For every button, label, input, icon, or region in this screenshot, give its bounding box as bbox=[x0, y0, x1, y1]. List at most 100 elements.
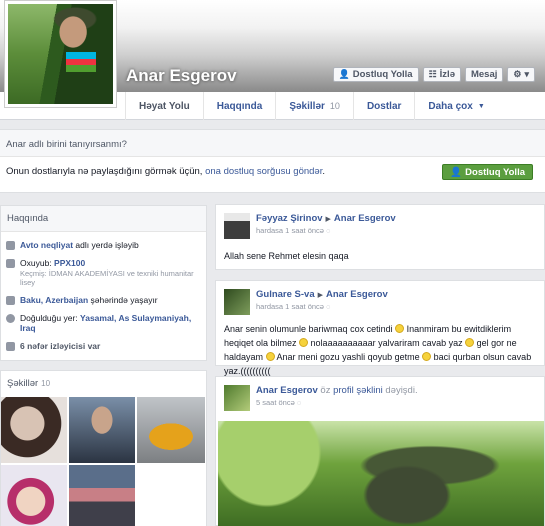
profile-photo-image bbox=[8, 4, 113, 104]
current-city-link[interactable]: Baku, Azerbaijan bbox=[20, 295, 88, 305]
photo-thumbnail[interactable] bbox=[1, 465, 67, 526]
chevron-down-icon: ▾ bbox=[524, 69, 529, 79]
profile-picture-link[interactable]: profil şəklini bbox=[333, 385, 383, 396]
add-friend-icon: 👤 bbox=[338, 69, 350, 79]
post-photo[interactable] bbox=[218, 421, 544, 526]
post-body: Allah sene Rehmet elesin qaqa bbox=[224, 251, 349, 261]
post-author-link[interactable]: Gulnare S-va bbox=[256, 289, 315, 300]
about-item-followers: 6 nəfər izləyicisi var bbox=[1, 341, 206, 351]
avatar[interactable] bbox=[224, 213, 250, 239]
work-place-link[interactable]: Avto neqliyat bbox=[20, 240, 73, 250]
photos-title-label: Şəkillər bbox=[7, 378, 39, 389]
home-icon bbox=[6, 296, 15, 305]
birthplace-prefix: Doğulduğu yer: bbox=[20, 313, 81, 323]
post-header: Anar Esgerov öz profil şəklini dəyişdi. bbox=[256, 385, 418, 396]
know-question: Anar adlı birini tanıyırsanmı? bbox=[0, 130, 545, 157]
post-verb: öz bbox=[317, 385, 334, 396]
profile-picture[interactable] bbox=[4, 0, 117, 108]
about-item-birthplace: Doğulduğu yer: Yasamal, As Sulaymaniyah,… bbox=[1, 313, 206, 333]
sad-emoticon-icon bbox=[265, 352, 275, 361]
post-author-link[interactable]: Fəyyaz Şirinov bbox=[256, 213, 323, 224]
add-friend-icon: 👤 bbox=[450, 166, 463, 178]
arrow-right-icon: ▶ bbox=[325, 216, 331, 223]
sad-emoticon-icon bbox=[422, 352, 432, 361]
azerbaijan-flag-icon bbox=[66, 52, 96, 72]
post-target-link[interactable]: Anar Esgerov bbox=[326, 289, 388, 300]
message-button[interactable]: Mesaj bbox=[464, 67, 504, 82]
about-item-home: Baku, Azerbaijan şəhərində yaşayır bbox=[1, 295, 206, 305]
tab-friends-label: Dostlar bbox=[366, 100, 402, 112]
know-text-before: Onun dostlarıyla nə paylaşdığını görmək … bbox=[6, 166, 206, 177]
send-friend-request-link[interactable]: ona dostluq sorğusu göndər bbox=[205, 166, 322, 177]
post-text: Anar meni gozu yashli qoyub getme bbox=[274, 352, 423, 362]
globe-icon: ◌ bbox=[326, 304, 331, 311]
profile-name[interactable]: Anar Esgerov bbox=[126, 66, 237, 86]
work-text: adlı yerdə işləyib bbox=[73, 240, 139, 250]
rss-icon: ☷ bbox=[428, 69, 437, 79]
pin-icon bbox=[6, 314, 15, 323]
photo-thumbnail[interactable] bbox=[137, 397, 205, 463]
photos-title[interactable]: Şəkillər 10 bbox=[1, 371, 206, 396]
arrow-right-icon: ▶ bbox=[317, 292, 323, 299]
globe-icon: ◌ bbox=[296, 400, 302, 407]
about-title[interactable]: Haqqında bbox=[1, 206, 206, 232]
post-timestamp[interactable]: 5 saat öncə ◌ bbox=[256, 398, 301, 407]
chevron-down-icon: ▼ bbox=[477, 102, 485, 110]
settings-button[interactable]: ⚙ ▾ bbox=[507, 67, 535, 82]
photo-thumbnail[interactable] bbox=[69, 397, 135, 463]
sad-emoticon-icon bbox=[395, 324, 405, 333]
post-verb: dəyişdi. bbox=[382, 385, 418, 396]
follow-label: İzlə bbox=[439, 69, 455, 80]
post-text: nolaaaaaaaaaar yalvariram cavab yaz bbox=[308, 338, 466, 348]
about-item-work: Avto neqliyat adlı yerdə işləyib bbox=[1, 240, 206, 250]
photo-thumbnail[interactable] bbox=[1, 397, 67, 463]
post-time-text: 5 saat öncə bbox=[256, 398, 295, 407]
followers-link[interactable]: 6 nəfər izləyicisi var bbox=[20, 341, 100, 351]
add-friend-green-label: Dostluq Yolla bbox=[465, 166, 525, 178]
sad-emoticon-icon bbox=[465, 338, 475, 347]
tab-photos[interactable]: Şəkillər 10 bbox=[275, 92, 353, 120]
post-target-link[interactable]: Anar Esgerov bbox=[334, 213, 396, 224]
message-label: Mesaj bbox=[470, 69, 498, 80]
photo-thumbnail[interactable] bbox=[69, 465, 135, 526]
home-text: şəhərində yaşayır bbox=[88, 295, 158, 305]
tab-photos-label: Şəkillər bbox=[289, 100, 325, 112]
post-time-text: hardasa 1 saat öncə bbox=[256, 226, 324, 235]
photos-grid bbox=[1, 397, 205, 526]
follow-button[interactable]: ☷ İzlə bbox=[422, 67, 461, 82]
post-header: Gulnare S-va ▶ Anar Esgerov bbox=[256, 289, 388, 300]
know-description: Onun dostlarıyla nə paylaşdığını görmək … bbox=[6, 166, 325, 177]
know-text-after: . bbox=[322, 166, 325, 177]
tab-timeline[interactable]: Həyat Yolu bbox=[125, 92, 203, 120]
globe-icon: ◌ bbox=[326, 228, 331, 235]
about-box: Haqqında Avto neqliyat adlı yerdə işləyi… bbox=[0, 205, 207, 361]
education-prefix: Oxuyub: bbox=[20, 258, 55, 268]
cover-actions: 👤 Dostluq Yolla ☷ İzlə Mesaj ⚙ ▾ bbox=[332, 67, 535, 82]
timeline-post: Anar Esgerov öz profil şəklini dəyişdi. … bbox=[215, 376, 545, 526]
avatar[interactable] bbox=[224, 385, 250, 411]
sad-emoticon-icon bbox=[299, 338, 309, 347]
school-icon bbox=[6, 259, 15, 268]
post-time-text: hardasa 1 saat öncə bbox=[256, 302, 324, 311]
post-timestamp[interactable]: hardasa 1 saat öncə ◌ bbox=[256, 302, 330, 311]
add-friend-label: Dostluq Yolla bbox=[352, 69, 413, 80]
tab-about[interactable]: Haqqında bbox=[202, 92, 276, 120]
post-text: Anar senin olumunle bariwmaq cox cetindi bbox=[224, 324, 396, 334]
followers-icon bbox=[6, 342, 15, 351]
avatar[interactable] bbox=[224, 289, 250, 315]
tab-more-label: Daha çox bbox=[428, 100, 473, 112]
know-person-box: Anar adlı birini tanıyırsanmı? Onun dost… bbox=[0, 129, 545, 193]
add-friend-button[interactable]: 👤 Dostluq Yolla bbox=[332, 67, 419, 82]
timeline-post: Fəyyaz Şirinov ▶ Anar Esgerov hardasa 1 sa… bbox=[215, 204, 545, 270]
add-friend-green-button[interactable]: 👤 Dostluq Yolla bbox=[442, 164, 533, 180]
post-author-link[interactable]: Anar Esgerov bbox=[256, 385, 318, 396]
tab-photos-count: 10 bbox=[329, 101, 340, 111]
post-timestamp[interactable]: hardasa 1 saat öncə ◌ bbox=[256, 226, 330, 235]
post-header: Fəyyaz Şirinov ▶ Anar Esgerov bbox=[256, 213, 396, 224]
school-link[interactable]: PPX100 bbox=[54, 258, 85, 268]
education-past: Keçmiş: İDMAN AKADEMİYASI ve texniki hum… bbox=[20, 269, 194, 287]
tab-friends[interactable]: Dostlar bbox=[352, 92, 414, 120]
tab-more[interactable]: Daha çox ▼ bbox=[414, 92, 497, 120]
tab-timeline-label: Həyat Yolu bbox=[139, 100, 190, 112]
gear-icon: ⚙ bbox=[513, 69, 522, 79]
